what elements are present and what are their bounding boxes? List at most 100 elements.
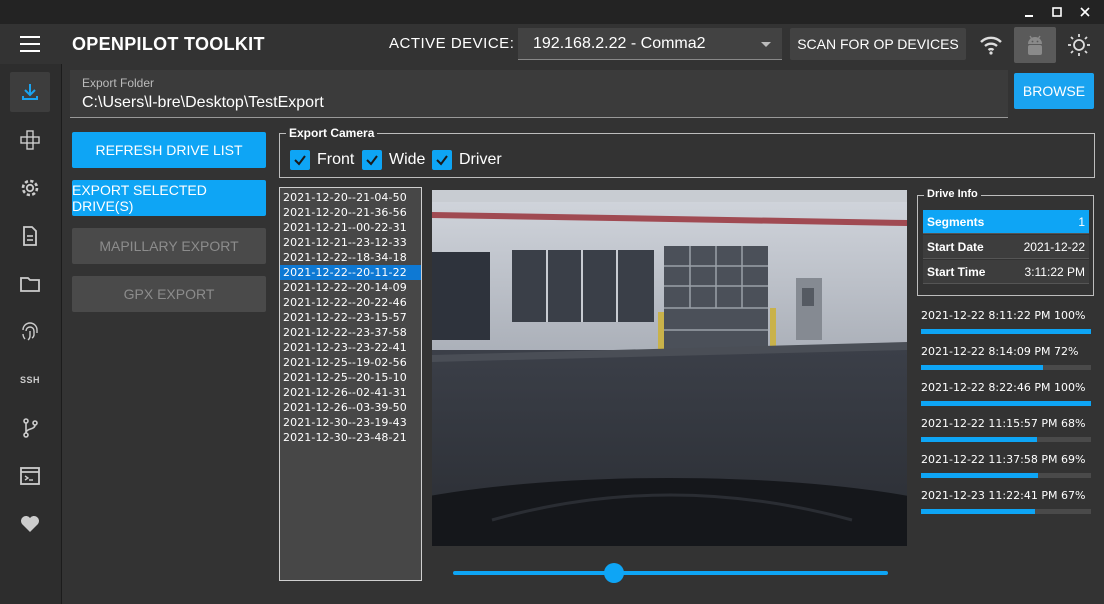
drive-list-item[interactable]: 2021-12-30--23-19-43 — [280, 415, 421, 430]
ssh-icon: SSH — [19, 375, 40, 385]
sidebar-item-export[interactable] — [10, 72, 50, 112]
export-progress-text: 2021-12-23 11:22:41 PM 67% — [921, 489, 1091, 503]
export-progress-text: 2021-12-22 11:15:57 PM 68% — [921, 417, 1091, 431]
git-branch-icon — [23, 418, 38, 438]
wifi-icon[interactable] — [976, 32, 1006, 58]
export-progress-date: 2021-12-22 8:22:46 — [921, 381, 1031, 394]
sidebar-item-controller[interactable] — [10, 120, 50, 160]
drive-list-item[interactable]: 2021-12-26--02-41-31 — [280, 385, 421, 400]
chevron-down-icon — [761, 42, 771, 47]
sidebar-item-donate[interactable] — [10, 504, 50, 544]
sidebar-item-fingerprint[interactable] — [10, 312, 50, 352]
drive-list-item[interactable]: 2021-12-23--23-22-41 — [280, 340, 421, 355]
drive-list-item[interactable]: 2021-12-21--00-22-31 — [280, 220, 421, 235]
active-device-select[interactable]: 192.168.2.22 - Comma2 — [518, 28, 782, 60]
active-device-label: ACTIVE DEVICE: — [389, 35, 515, 52]
export-camera-legend: Export Camera — [286, 126, 378, 140]
scan-devices-button[interactable]: SCAN FOR OP DEVICES — [790, 28, 966, 60]
sidebar-item-git[interactable] — [10, 408, 50, 448]
camera-option-wide[interactable]: Wide — [362, 150, 425, 170]
camera-option-front[interactable]: Front — [290, 150, 354, 170]
drive-list-item[interactable]: 2021-12-22--23-37-58 — [280, 325, 421, 340]
export-folder-field[interactable]: Export Folder C:\Users\l-bre\Desktop\Tes… — [70, 70, 1008, 118]
drive-list-item[interactable]: 2021-12-30--23-48-21 — [280, 430, 421, 445]
export-progress-fill — [921, 437, 1037, 442]
sidebar-item-terminal[interactable] — [10, 456, 50, 496]
export-progress-text: 2021-12-22 11:37:58 PM 69% — [921, 453, 1091, 467]
export-progress-bar — [921, 401, 1091, 406]
gpx-export-button[interactable]: GPX EXPORT — [72, 276, 266, 312]
export-progress-item: 2021-12-22 8:11:22 PM 100% — [921, 309, 1091, 334]
camera-option-driver[interactable]: Driver — [432, 150, 502, 170]
camera-option-label: Driver — [459, 151, 502, 168]
drive-list-item[interactable]: 2021-12-22--20-11-22 — [280, 265, 421, 280]
hamburger-menu-icon[interactable] — [20, 36, 40, 52]
theme-brightness-icon[interactable] — [1066, 32, 1092, 58]
sidebar-item-ssh[interactable]: SSH — [10, 360, 50, 400]
drive-info-legend: Drive Info — [924, 188, 981, 200]
drive-info-row-start-time: Start Time 3:11:22 PM — [923, 260, 1089, 284]
drive-list-item[interactable]: 2021-12-21--23-12-33 — [280, 235, 421, 250]
drive-info-row-segments: Segments 1 — [923, 210, 1089, 234]
drive-list[interactable]: 2021-12-20--21-04-50 2021-12-20--21-36-56… — [279, 187, 422, 581]
browse-button[interactable]: BROWSE — [1014, 73, 1094, 109]
export-progress-bar — [921, 509, 1091, 514]
info-key: Segments — [927, 214, 985, 229]
terminal-icon — [20, 467, 40, 485]
drive-list-item[interactable]: 2021-12-22--20-14-09 — [280, 280, 421, 295]
camera-option-label: Front — [317, 151, 355, 168]
maximize-icon[interactable] — [1046, 2, 1068, 22]
dashcam-frame-image — [432, 190, 907, 546]
export-progress-bar — [921, 437, 1091, 442]
app-bar: OPENPILOT TOOLKIT ACTIVE DEVICE: 192.168… — [0, 24, 1104, 64]
close-icon[interactable] — [1074, 2, 1096, 22]
export-progress-text: 2021-12-22 8:22:46 PM 100% — [921, 381, 1091, 395]
export-progress-bar — [921, 473, 1091, 478]
drive-list-item[interactable]: 2021-12-20--21-36-56 — [280, 205, 421, 220]
checkbox-checked-icon[interactable] — [290, 150, 310, 170]
window-controls — [1018, 2, 1096, 22]
export-selected-drives-button[interactable]: EXPORT SELECTED DRIVE(S) — [72, 180, 266, 216]
export-progress-date: 2021-12-22 11:15:57 — [921, 417, 1038, 430]
drive-list-item[interactable]: 2021-12-22--20-22-46 — [280, 295, 421, 310]
export-progress-percent: PM 100% — [1034, 309, 1086, 322]
title-bar — [0, 0, 1104, 24]
drive-list-item[interactable]: 2021-12-20--21-04-50 — [280, 190, 421, 205]
video-slider-thumb[interactable] — [603, 563, 624, 583]
info-value: 2021-12-22 — [1023, 239, 1085, 254]
video-slider-track[interactable] — [453, 571, 888, 575]
export-progress-date: 2021-12-23 11:22:41 — [921, 489, 1038, 502]
info-value: 3:11:22 PM — [1024, 264, 1085, 279]
fingerprint-icon — [22, 322, 38, 341]
sidebar: SSH — [0, 64, 62, 604]
export-progress-fill — [921, 365, 1044, 370]
drive-list-item[interactable]: 2021-12-25--19-02-56 — [280, 355, 421, 370]
app-title: OPENPILOT TOOLKIT — [72, 34, 265, 54]
export-progress-fill — [921, 329, 1091, 334]
export-progress-item: 2021-12-22 11:15:57 PM 68% — [921, 417, 1091, 442]
info-key: Start Time — [927, 264, 986, 279]
drive-list-item[interactable]: 2021-12-22--23-15-57 — [280, 310, 421, 325]
mapillary-export-button[interactable]: MAPILLARY EXPORT — [72, 228, 266, 264]
sidebar-item-files[interactable] — [10, 264, 50, 304]
android-button[interactable] — [1014, 27, 1056, 63]
drive-list-item[interactable]: 2021-12-25--20-15-10 — [280, 370, 421, 385]
drive-list-item[interactable]: 2021-12-26--03-39-50 — [280, 400, 421, 415]
drive-info-group: Drive Info Segments 1 Start Date 2021-12… — [917, 188, 1094, 296]
drive-list-item[interactable]: 2021-12-22--18-34-18 — [280, 250, 421, 265]
export-progress-date: 2021-12-22 8:14:09 — [921, 345, 1031, 358]
export-progress-item: 2021-12-23 11:22:41 PM 67% — [921, 489, 1091, 514]
gear-icon — [21, 179, 39, 197]
folder-icon — [20, 277, 40, 292]
sidebar-item-settings[interactable] — [10, 168, 50, 208]
checkbox-checked-icon[interactable] — [362, 150, 382, 170]
export-progress-text: 2021-12-22 8:11:22 PM 100% — [921, 309, 1091, 323]
refresh-drive-list-button[interactable]: REFRESH DRIVE LIST — [72, 132, 266, 168]
minimize-icon[interactable] — [1018, 2, 1040, 22]
checkbox-checked-icon[interactable] — [432, 150, 452, 170]
export-progress-item: 2021-12-22 8:22:46 PM 100% — [921, 381, 1091, 406]
sidebar-item-documents[interactable] — [10, 216, 50, 256]
export-progress-text: 2021-12-22 8:14:09 PM 72% — [921, 345, 1091, 359]
android-icon — [1028, 35, 1042, 55]
document-icon — [23, 226, 37, 246]
